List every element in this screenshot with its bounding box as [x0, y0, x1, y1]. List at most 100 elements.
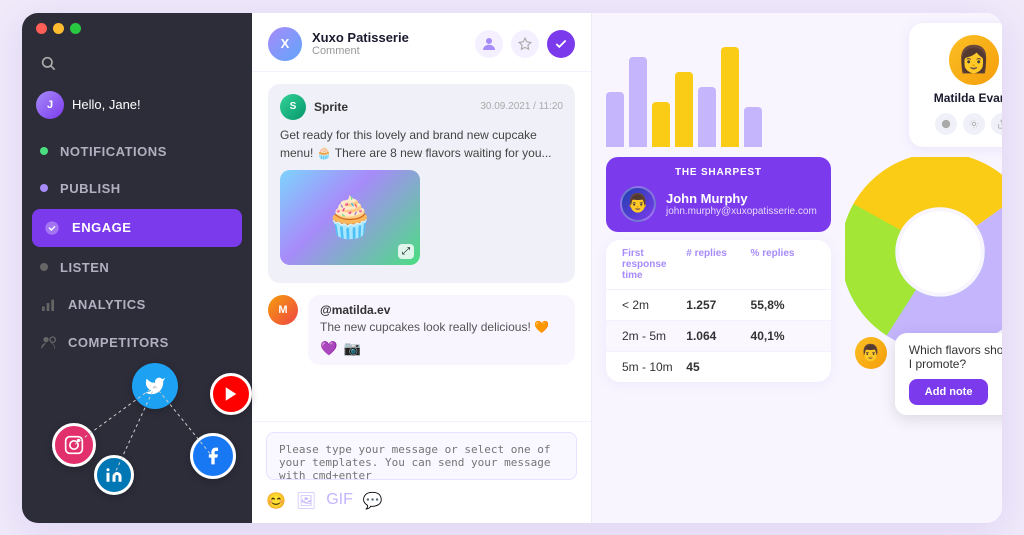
- sharpest-label: THE SHARPEST: [620, 167, 817, 178]
- template-action[interactable]: 💬: [363, 491, 383, 511]
- facebook-icon[interactable]: [190, 433, 236, 479]
- twitter-icon[interactable]: [132, 363, 178, 409]
- user-avatar-small: J: [36, 91, 64, 119]
- traffic-lights: [36, 23, 81, 34]
- analytics-icon: [40, 297, 56, 313]
- col-header-replies: # replies: [686, 248, 750, 281]
- check-action[interactable]: [547, 30, 575, 58]
- bar-7: [744, 107, 762, 147]
- avatar-action[interactable]: [475, 30, 503, 58]
- nav-dot-listen: [40, 263, 48, 271]
- row0-replies: 1.257: [686, 298, 750, 312]
- row0-pct: 55,8%: [751, 298, 815, 312]
- cupcake-image: ⤢: [280, 170, 420, 265]
- chat-header-info: Xuxo Patisserie Comment: [312, 30, 465, 57]
- nav-label-publish: PUBLISH: [60, 181, 121, 196]
- greeting-text: Hello, Jane!: [72, 97, 141, 112]
- chat-brand-name: Xuxo Patisserie: [312, 30, 465, 45]
- maximize-button[interactable]: [70, 23, 81, 34]
- linkedin-icon[interactable]: [94, 455, 134, 495]
- profile-card: 👩 Matilda Evans: [909, 23, 1002, 147]
- post-text: Get ready for this lovely and brand new …: [280, 126, 563, 162]
- col-header-pct: % replies: [751, 248, 815, 281]
- post-message: S Sprite 30.09.2021 / 11:20 Get ready fo…: [268, 84, 575, 283]
- commenter-name: @matilda.ev: [320, 303, 563, 317]
- profile-action-1[interactable]: [935, 113, 957, 135]
- bar-2: [629, 57, 647, 147]
- bar-3: [652, 102, 670, 147]
- search-area[interactable]: [22, 49, 252, 87]
- row1-time: 2m - 5m: [622, 329, 686, 343]
- pie-chart: [845, 157, 1002, 347]
- sharpest-avatar: 👨: [620, 186, 656, 222]
- row2-replies: 45: [686, 360, 750, 374]
- sidebar: J Hello, Jane! NOTIFICATIONS PUBLISH ENG…: [22, 13, 252, 523]
- stats-row-1: 2m - 5m 1.064 40,1%: [606, 320, 831, 351]
- content-area: X Xuxo Patisserie Comment: [252, 13, 1002, 523]
- comment-text: The new cupcakes look really delicious! …: [320, 320, 563, 334]
- row2-time: 5m - 10m: [622, 360, 686, 374]
- stats-section: THE SHARPEST 👨 John Murphy john.murphy@x…: [606, 157, 831, 382]
- heart-reaction[interactable]: 💜: [320, 340, 337, 357]
- sidebar-item-engage[interactable]: ENGAGE: [32, 209, 242, 247]
- nav-dot-notifications: [40, 147, 48, 155]
- sidebar-item-competitors[interactable]: COMPETITORS: [22, 324, 252, 362]
- sharpest-info: John Murphy john.murphy@xuxopatisserie.c…: [666, 191, 817, 217]
- row1-pct: 40,1%: [751, 329, 815, 343]
- chat-header: X Xuxo Patisserie Comment: [252, 13, 591, 72]
- profile-name: Matilda Evans: [934, 91, 1002, 105]
- instagram-icon[interactable]: [52, 423, 96, 467]
- sidebar-item-notifications[interactable]: NOTIFICATIONS: [22, 133, 252, 170]
- nav-label-notifications: NOTIFICATIONS: [60, 144, 167, 159]
- sharpest-person: 👨 John Murphy john.murphy@xuxopatisserie…: [620, 186, 817, 222]
- sender-avatar: S: [280, 94, 306, 120]
- greeting-area: J Hello, Jane!: [22, 87, 252, 133]
- stats-table: First response time # replies % replies …: [606, 240, 831, 382]
- reply-input-area: 😊 🖼 GIF 💬: [252, 421, 591, 523]
- tooltip-area: 👨 Which flavors should I promote? Add no…: [855, 333, 1002, 415]
- stats-row-2: 5m - 10m 45: [606, 351, 831, 382]
- sender-name: Sprite: [314, 100, 348, 114]
- app-window: J Hello, Jane! NOTIFICATIONS PUBLISH ENG…: [22, 13, 1002, 523]
- profile-action-3[interactable]: [991, 113, 1002, 135]
- col-header-time: First response time: [622, 248, 686, 281]
- post-time: 30.09.2021 / 11:20: [480, 101, 563, 112]
- right-panel: 👩 Matilda Evans: [592, 13, 1002, 523]
- sidebar-item-publish[interactable]: PUBLISH: [22, 170, 252, 207]
- star-action[interactable]: [511, 30, 539, 58]
- image-action[interactable]: 🖼: [296, 491, 316, 511]
- reaction-row: 💜 📷: [320, 340, 563, 357]
- user-comment: M @matilda.ev The new cupcakes look real…: [268, 295, 575, 365]
- engage-icon: [44, 220, 60, 236]
- emoji-action[interactable]: 😊: [266, 491, 286, 511]
- image-expand-icon[interactable]: ⤢: [398, 244, 414, 259]
- sidebar-item-analytics[interactable]: ANALYTICS: [22, 286, 252, 324]
- bar-4: [675, 72, 693, 147]
- youtube-icon[interactable]: [210, 373, 252, 415]
- chat-panel: X Xuxo Patisserie Comment: [252, 13, 592, 523]
- chat-brand-avatar: X: [268, 27, 302, 61]
- add-note-button[interactable]: Add note: [909, 379, 989, 405]
- tooltip-question: Which flavors should I promote?: [909, 343, 1002, 371]
- row1-replies: 1.064: [686, 329, 750, 343]
- tooltip-avatar: 👨: [855, 337, 887, 369]
- nav-label-analytics: ANALYTICS: [68, 297, 146, 312]
- main-content: X Xuxo Patisserie Comment: [252, 13, 1002, 523]
- nav-label-competitors: COMPETITORS: [68, 335, 169, 350]
- minimize-button[interactable]: [53, 23, 64, 34]
- gif-action[interactable]: GIF: [326, 491, 353, 511]
- sharpest-name: John Murphy: [666, 191, 817, 206]
- tooltip-bubble: Which flavors should I promote? Add note: [895, 333, 1002, 415]
- profile-avatar: 👩: [949, 35, 999, 85]
- close-button[interactable]: [36, 23, 47, 34]
- nav-dot-publish: [40, 184, 48, 192]
- stats-row-0: < 2m 1.257 55,8%: [606, 289, 831, 320]
- comment-bubble: @matilda.ev The new cupcakes look really…: [308, 295, 575, 365]
- instagram-reaction[interactable]: 📷: [343, 340, 360, 357]
- reply-input[interactable]: [266, 432, 577, 480]
- analytics-bottom: THE SHARPEST 👨 John Murphy john.murphy@x…: [606, 157, 1002, 513]
- bar-5: [698, 87, 716, 147]
- sidebar-item-listen[interactable]: LISTEN: [22, 249, 252, 286]
- sharpest-email: john.murphy@xuxopatisserie.com: [666, 206, 817, 217]
- profile-action-2[interactable]: [963, 113, 985, 135]
